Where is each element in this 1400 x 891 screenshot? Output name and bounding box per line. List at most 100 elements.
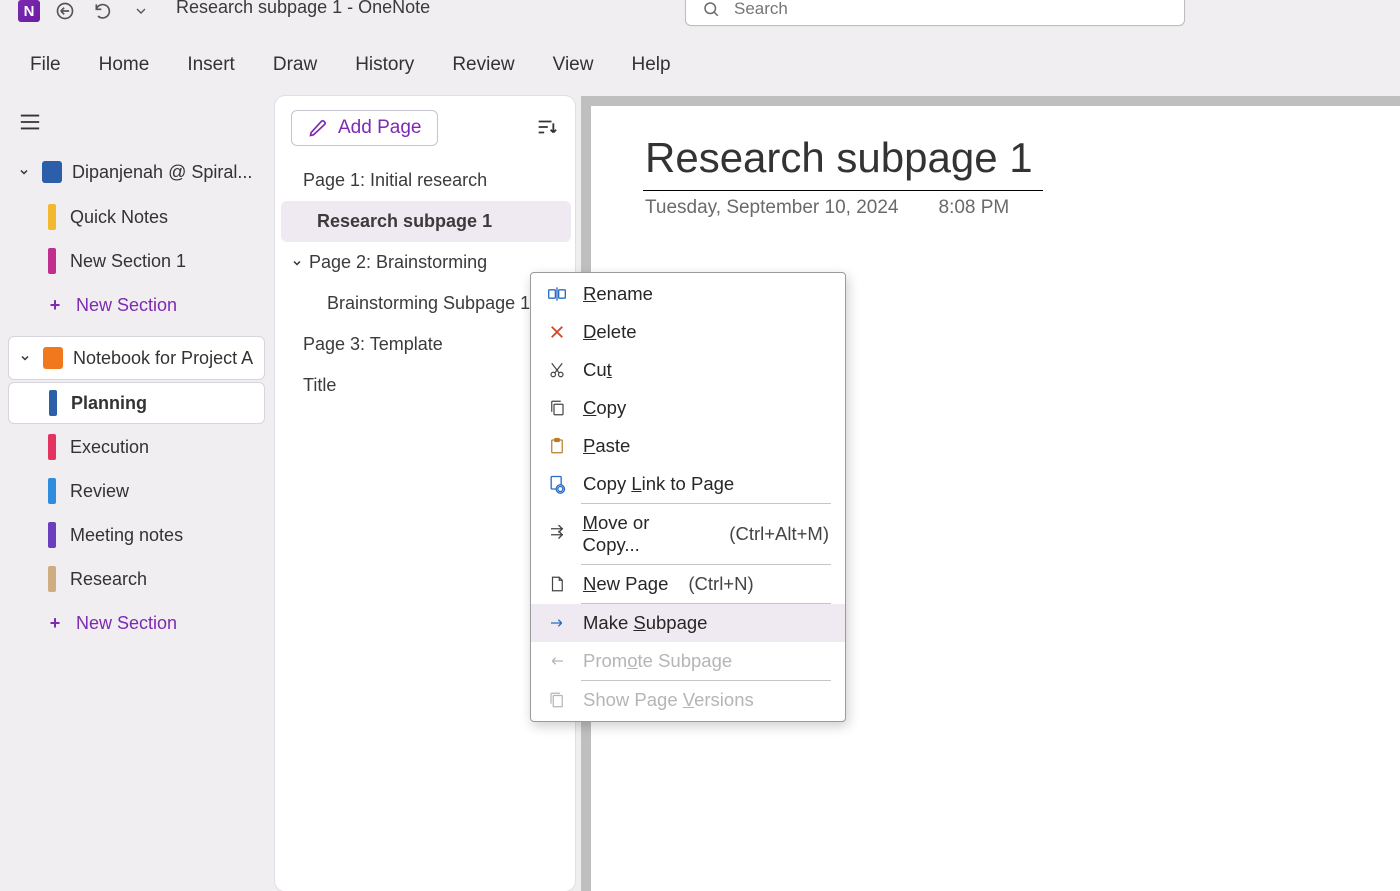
- notebook-color-icon: [42, 161, 62, 183]
- page-item[interactable]: Page 2: Brainstorming: [281, 242, 571, 283]
- section-item-newsection1[interactable]: New Section 1: [8, 240, 265, 282]
- section-color-icon: [48, 566, 56, 592]
- ribbon-tab-help[interactable]: Help: [631, 54, 670, 76]
- ribbon-tab-review[interactable]: Review: [452, 54, 514, 76]
- page-date: Tuesday, September 10, 2024: [645, 197, 899, 219]
- menu-item-label: Rename: [583, 283, 653, 305]
- page-label: Page 3: Template: [303, 334, 443, 355]
- page-label: Research subpage 1: [317, 211, 492, 232]
- ribbon-tab-view[interactable]: View: [553, 54, 594, 76]
- menu-item-label: Delete: [583, 321, 637, 343]
- section-item-review[interactable]: Review: [8, 470, 265, 512]
- notebook-name: Notebook for Project A: [73, 348, 253, 369]
- notebook-item[interactable]: Notebook for Project A: [8, 336, 265, 380]
- sort-pages-button[interactable]: [535, 116, 557, 138]
- titlebar-search-input[interactable]: [734, 0, 1168, 19]
- customize-qat-button[interactable]: [128, 0, 154, 24]
- page-context-menu: Rename Delete Cut Copy Paste Copy Link to Pag…: [530, 272, 846, 722]
- new-section-button[interactable]: + New Section: [8, 284, 265, 326]
- ribbon-tab-file[interactable]: File: [30, 54, 61, 76]
- section-item-meetingnotes[interactable]: Meeting notes: [8, 514, 265, 556]
- titlebar-search[interactable]: [685, 0, 1185, 26]
- page-title[interactable]: Research subpage 1: [591, 106, 1400, 186]
- plus-icon: +: [48, 295, 62, 316]
- section-label: Execution: [70, 437, 149, 458]
- menu-item-rename[interactable]: Rename: [531, 275, 845, 313]
- section-label: Review: [70, 481, 129, 502]
- page-time: 8:08 PM: [939, 197, 1010, 219]
- page-label: Page 1: Initial research: [303, 170, 487, 191]
- notebook-item[interactable]: Dipanjenah @ Spiral...: [8, 150, 265, 194]
- section-item-quicknotes[interactable]: Quick Notes: [8, 196, 265, 238]
- menu-item-makesub[interactable]: Make Subpage: [531, 604, 845, 642]
- new-section-label: New Section: [76, 613, 177, 634]
- section-item-planning[interactable]: Planning: [8, 382, 265, 424]
- ribbon-tab-draw[interactable]: Draw: [273, 54, 317, 76]
- section-item-execution[interactable]: Execution: [8, 426, 265, 468]
- section-color-icon: [48, 434, 56, 460]
- menu-item-promote: Promote Subpage: [531, 642, 845, 680]
- page-item[interactable]: Page 3: Template: [281, 324, 571, 365]
- section-label: Quick Notes: [70, 207, 168, 228]
- chevron-down-icon: [291, 257, 303, 269]
- copylink-icon: [545, 474, 569, 494]
- add-page-button[interactable]: Add Page: [291, 110, 438, 146]
- menu-item-label: Make Subpage: [583, 612, 707, 634]
- menu-item-label: Promote Subpage: [583, 650, 732, 672]
- ribbon-tab-home[interactable]: Home: [99, 54, 150, 76]
- menu-item-label: New Page: [583, 573, 668, 595]
- ribbon-tab-history[interactable]: History: [355, 54, 414, 76]
- add-page-label: Add Page: [338, 117, 421, 139]
- page-timestamp: Tuesday, September 10, 2024 8:08 PM: [591, 191, 1400, 219]
- menu-item-paste[interactable]: Paste: [531, 427, 845, 465]
- page-item[interactable]: Research subpage 1: [281, 201, 571, 242]
- menu-item-copy[interactable]: Copy: [531, 389, 845, 427]
- menu-item-label: Copy: [583, 397, 626, 419]
- page-item[interactable]: Brainstorming Subpage 1: [281, 283, 571, 324]
- paste-icon: [545, 436, 569, 456]
- menu-item-cut[interactable]: Cut: [531, 351, 845, 389]
- page-item[interactable]: Page 1: Initial research: [281, 160, 571, 201]
- new-section-label: New Section: [76, 295, 177, 316]
- notebook-sidebar: Dipanjenah @ Spiral... Quick Notes New S…: [0, 94, 275, 891]
- menu-item-label: Cut: [583, 359, 612, 381]
- nav-toggle-button[interactable]: [14, 106, 46, 138]
- makesub-icon: [545, 615, 569, 631]
- new-section-button[interactable]: + New Section: [8, 602, 265, 644]
- chevron-down-icon: [16, 166, 32, 178]
- edit-icon: [308, 118, 328, 138]
- ribbon-tabs: File Home Insert Draw History Review Vie…: [0, 28, 1400, 94]
- ribbon-tab-insert[interactable]: Insert: [187, 54, 235, 76]
- notebook-color-icon: [43, 347, 63, 369]
- section-label: Planning: [71, 393, 147, 414]
- versions-icon: [545, 690, 569, 710]
- menu-item-label: Paste: [583, 435, 630, 457]
- page-label: Title: [303, 375, 336, 396]
- section-label: New Section 1: [70, 251, 186, 272]
- rename-icon: [545, 284, 569, 304]
- section-item-research[interactable]: Research: [8, 558, 265, 600]
- back-button[interactable]: [52, 0, 78, 24]
- search-icon: [702, 0, 720, 18]
- title-bar: N Research subpage 1 - OneNote: [0, 0, 1400, 28]
- menu-item-shortcut: (Ctrl+N): [688, 573, 753, 595]
- menu-item-copylink[interactable]: Copy Link to Page: [531, 465, 845, 503]
- notebook-name: Dipanjenah @ Spiral...: [72, 162, 252, 183]
- undo-button[interactable]: [90, 0, 116, 24]
- menu-item-label: Copy Link to Page: [583, 473, 734, 495]
- menu-item-newpage[interactable]: New Page (Ctrl+N): [531, 565, 845, 603]
- page-item[interactable]: Title: [281, 365, 571, 406]
- menu-item-versions: Show Page Versions: [531, 681, 845, 719]
- menu-item-label: Move or Copy...: [583, 512, 710, 556]
- page-label: Brainstorming Subpage 1: [327, 293, 530, 314]
- move-icon: [545, 525, 569, 543]
- menu-item-shortcut: (Ctrl+Alt+M): [729, 523, 829, 545]
- section-color-icon: [48, 204, 56, 230]
- section-label: Research: [70, 569, 147, 590]
- menu-item-move[interactable]: Move or Copy... (Ctrl+Alt+M): [531, 504, 845, 564]
- promote-icon: [545, 653, 569, 669]
- chevron-down-icon: [17, 352, 33, 364]
- menu-item-delete[interactable]: Delete: [531, 313, 845, 351]
- delete-icon: [545, 323, 569, 341]
- window-title: Research subpage 1 - OneNote: [176, 0, 430, 18]
